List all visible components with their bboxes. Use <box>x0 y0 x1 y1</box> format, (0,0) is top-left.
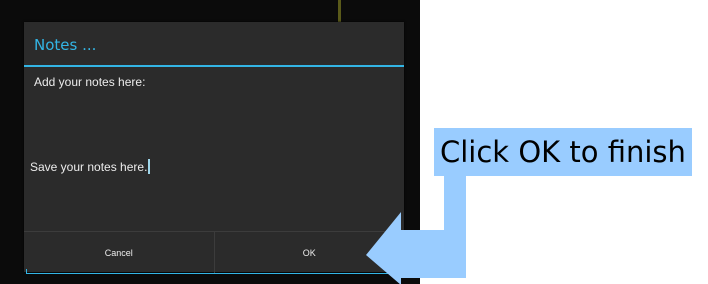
arrow-icon <box>366 176 466 284</box>
screenshot: Notes ... Add your notes here: Save your… <box>0 0 708 284</box>
